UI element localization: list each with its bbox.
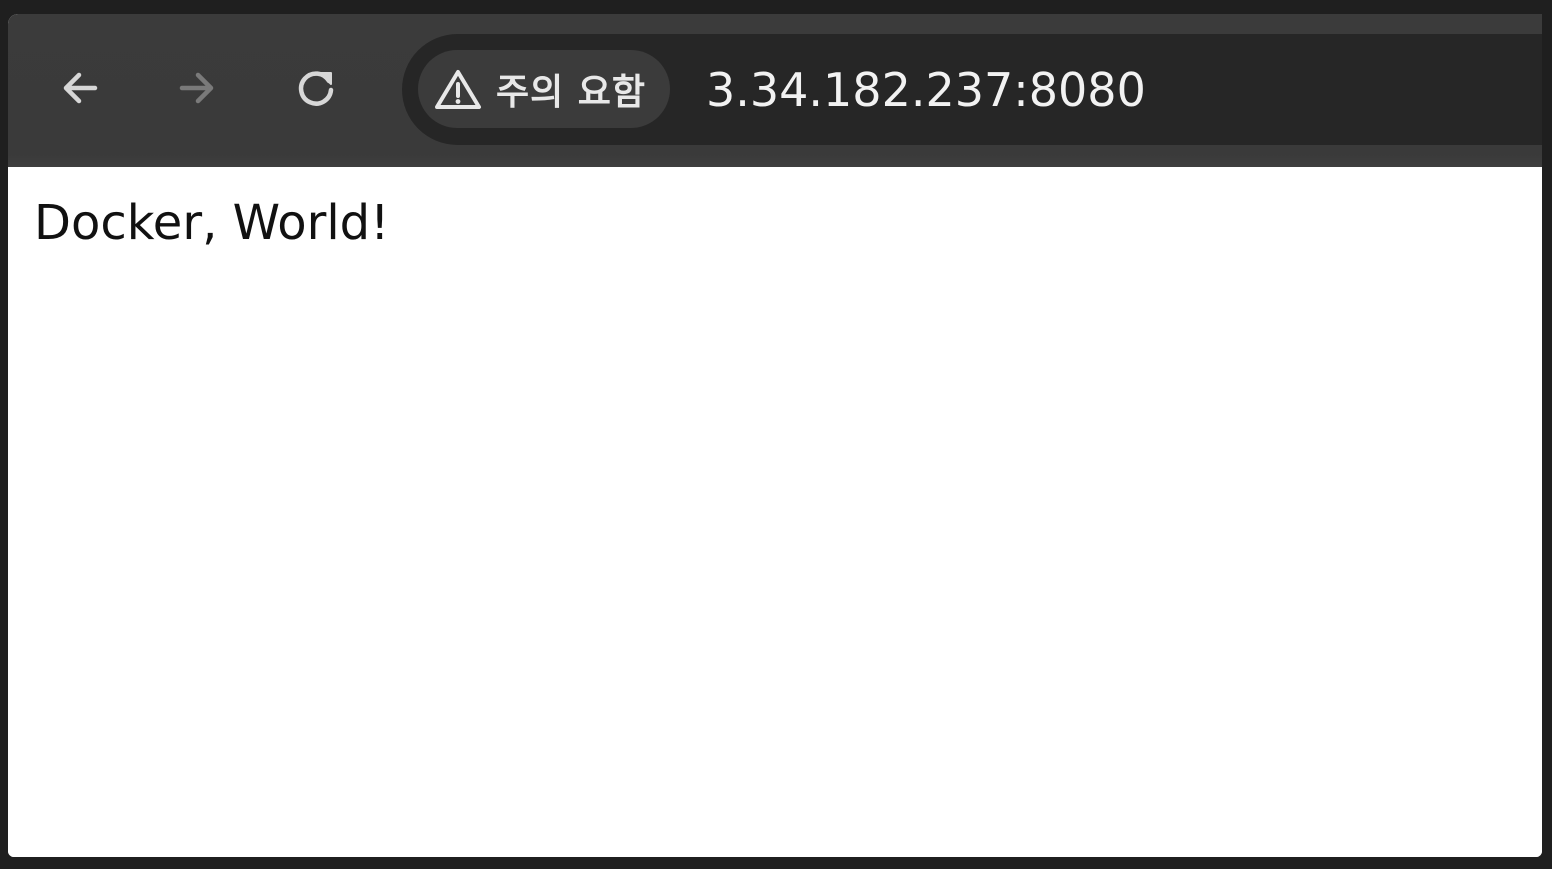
reload-icon <box>293 65 339 111</box>
security-chip-label: 주의 요함 <box>496 72 647 113</box>
page-content: Docker, World! <box>8 167 1542 857</box>
browser-toolbar: 주의 요함 3.34.182.237:8080 <box>8 14 1542 167</box>
url-text[interactable]: 3.34.182.237:8080 <box>706 64 1146 116</box>
page-body-text: Docker, World! <box>34 195 390 251</box>
warning-triangle-icon <box>434 68 482 110</box>
address-bar[interactable]: 주의 요함 3.34.182.237:8080 <box>402 34 1542 145</box>
forward-button[interactable] <box>167 58 227 118</box>
arrow-right-icon <box>174 65 220 111</box>
browser-window: 주의 요함 3.34.182.237:8080 Docker, World! <box>8 14 1542 857</box>
reload-button[interactable] <box>286 58 346 118</box>
back-button[interactable] <box>50 58 110 118</box>
arrow-left-icon <box>57 65 103 111</box>
security-chip[interactable]: 주의 요함 <box>418 50 670 128</box>
